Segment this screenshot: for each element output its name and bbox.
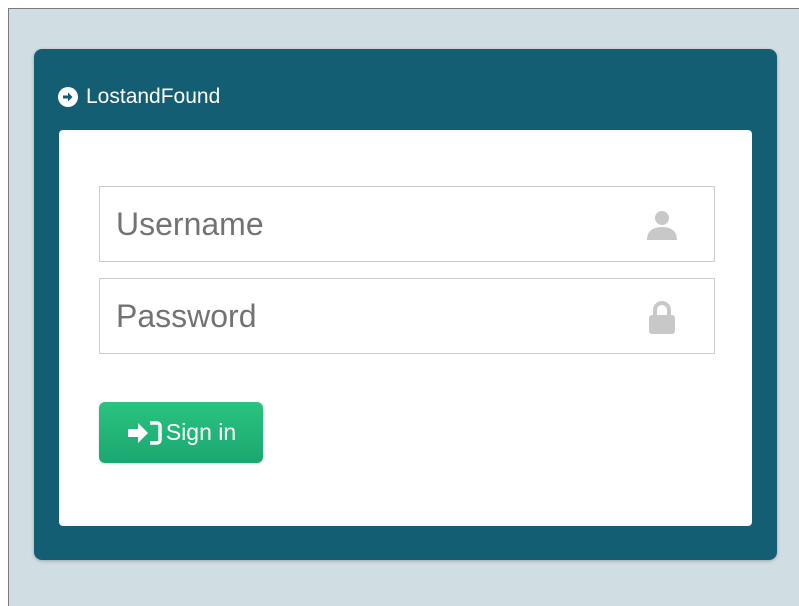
username-field[interactable]: [99, 186, 715, 262]
lock-icon: [644, 299, 680, 335]
login-form: Sign in: [59, 130, 752, 526]
circle-arrow-right-icon: [58, 87, 78, 107]
login-panel: LostandFound Username Sign in: [34, 49, 777, 560]
user-icon: [644, 207, 680, 243]
username-input[interactable]: [100, 187, 656, 261]
app-title: LostandFound: [86, 85, 221, 108]
page-viewport: LostandFound Username Sign in: [8, 8, 799, 606]
password-input[interactable]: [100, 279, 656, 353]
sign-in-icon: [126, 419, 162, 447]
panel-header: LostandFound: [58, 85, 220, 109]
password-field[interactable]: [99, 278, 715, 354]
sign-in-button[interactable]: Sign in: [99, 402, 263, 463]
sign-in-label: Sign in: [165, 419, 237, 445]
